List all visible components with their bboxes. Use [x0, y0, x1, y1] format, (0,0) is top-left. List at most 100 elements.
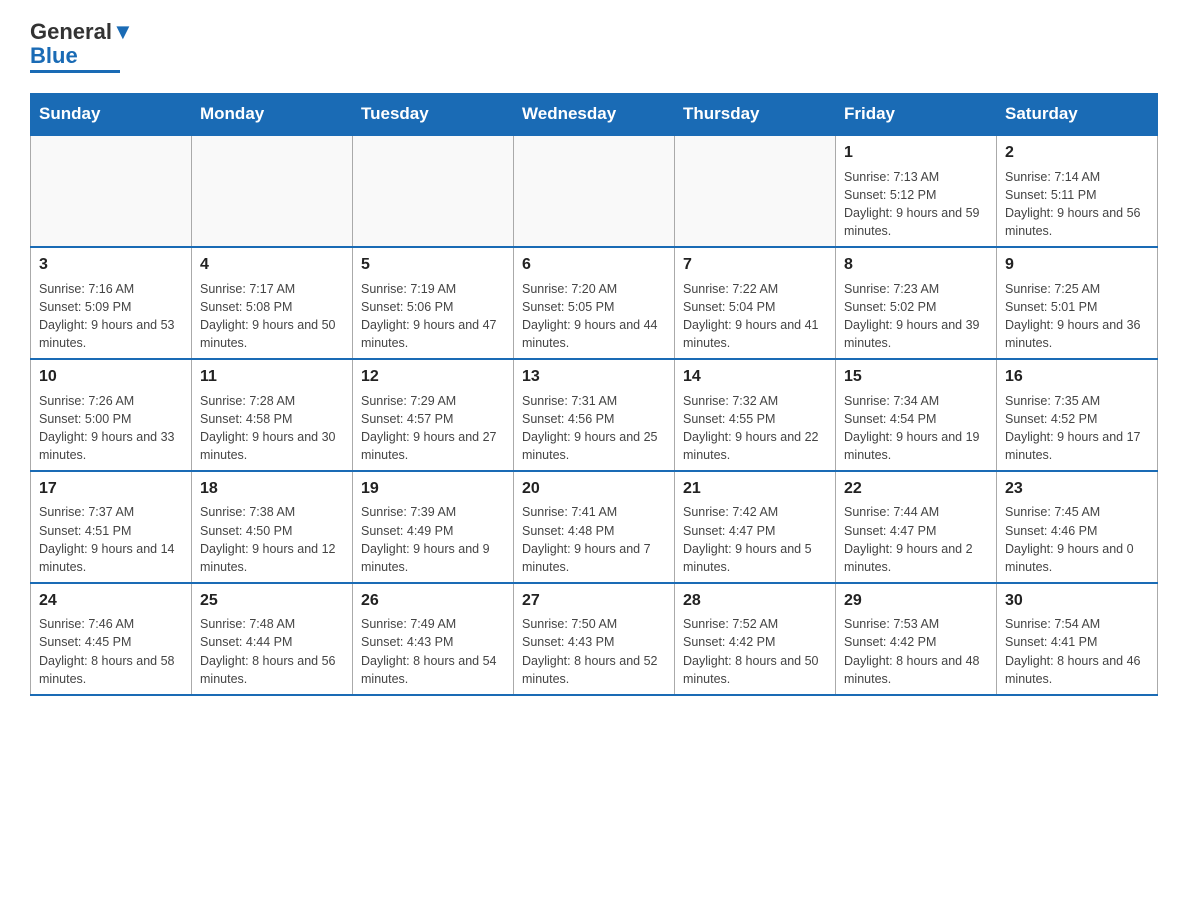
calendar-cell: 21 Sunrise: 7:42 AMSunset: 4:47 PMDayligh… [675, 471, 836, 583]
calendar-cell: 26Sunrise: 7:49 AMSunset: 4:43 PMDayligh… [353, 583, 514, 695]
calendar-cell: 8 Sunrise: 7:23 AMSunset: 5:02 PMDaylight… [836, 247, 997, 359]
calendar-cell [514, 135, 675, 247]
day-info: Sunrise: 7:50 AMSunset: 4:43 PMDaylight:… [522, 615, 666, 688]
day-info: Sunrise: 7:29 AMSunset: 4:57 PMDaylight:… [361, 392, 505, 465]
day-info: Sunrise: 7:49 AMSunset: 4:43 PMDaylight:… [361, 615, 505, 688]
day-number: 11 [200, 366, 344, 388]
page-header: General▼ Blue [30, 20, 1158, 73]
day-number: 5 [361, 254, 505, 276]
week-row-3: 10Sunrise: 7:26 AMSunset: 5:00 PMDayligh… [31, 359, 1158, 471]
calendar-cell: 12 Sunrise: 7:29 AMSunset: 4:57 PMDayligh… [353, 359, 514, 471]
day-number: 17 [39, 478, 183, 500]
day-info: Sunrise: 7:45 AMSunset: 4:46 PMDaylight:… [1005, 503, 1149, 576]
day-info: Sunrise: 7:46 AMSunset: 4:45 PMDaylight:… [39, 615, 183, 688]
header-friday: Friday [836, 94, 997, 136]
day-number: 22 [844, 478, 988, 500]
calendar-cell: 2 Sunrise: 7:14 AMSunset: 5:11 PMDaylight… [997, 135, 1158, 247]
calendar-cell: 27 Sunrise: 7:50 AMSunset: 4:43 PMDayligh… [514, 583, 675, 695]
day-info: Sunrise: 7:38 AMSunset: 4:50 PMDaylight:… [200, 503, 344, 576]
calendar-cell: 23 Sunrise: 7:45 AMSunset: 4:46 PMDayligh… [997, 471, 1158, 583]
day-number: 1 [844, 142, 988, 164]
header-saturday: Saturday [997, 94, 1158, 136]
header-wednesday: Wednesday [514, 94, 675, 136]
day-info: Sunrise: 7:16 AMSunset: 5:09 PMDaylight:… [39, 280, 183, 353]
logo-text: General▼ Blue [30, 20, 134, 68]
day-info: Sunrise: 7:31 AMSunset: 4:56 PMDaylight:… [522, 392, 666, 465]
day-info: Sunrise: 7:19 AMSunset: 5:06 PMDaylight:… [361, 280, 505, 353]
day-info: Sunrise: 7:53 AMSunset: 4:42 PMDaylight:… [844, 615, 988, 688]
calendar-cell: 5 Sunrise: 7:19 AMSunset: 5:06 PMDaylight… [353, 247, 514, 359]
day-info: Sunrise: 7:54 AMSunset: 4:41 PMDaylight:… [1005, 615, 1149, 688]
day-number: 27 [522, 590, 666, 612]
calendar-cell: 16 Sunrise: 7:35 AMSunset: 4:52 PMDayligh… [997, 359, 1158, 471]
day-number: 28 [683, 590, 827, 612]
calendar-cell: 3 Sunrise: 7:16 AMSunset: 5:09 PMDaylight… [31, 247, 192, 359]
calendar-cell: 22Sunrise: 7:44 AMSunset: 4:47 PMDayligh… [836, 471, 997, 583]
calendar-cell: 17 Sunrise: 7:37 AMSunset: 4:51 PMDayligh… [31, 471, 192, 583]
day-number: 12 [361, 366, 505, 388]
logo-blue-text: Blue [30, 43, 78, 68]
calendar-cell: 19 Sunrise: 7:39 AMSunset: 4:49 PMDayligh… [353, 471, 514, 583]
day-number: 23 [1005, 478, 1149, 500]
day-info: Sunrise: 7:20 AMSunset: 5:05 PMDaylight:… [522, 280, 666, 353]
calendar-cell [675, 135, 836, 247]
day-number: 18 [200, 478, 344, 500]
day-info: Sunrise: 7:25 AMSunset: 5:01 PMDaylight:… [1005, 280, 1149, 353]
day-number: 2 [1005, 142, 1149, 164]
day-info: Sunrise: 7:41 AMSunset: 4:48 PMDaylight:… [522, 503, 666, 576]
day-number: 24 [39, 590, 183, 612]
day-info: Sunrise: 7:48 AMSunset: 4:44 PMDaylight:… [200, 615, 344, 688]
day-info: Sunrise: 7:22 AMSunset: 5:04 PMDaylight:… [683, 280, 827, 353]
calendar-cell: 18 Sunrise: 7:38 AMSunset: 4:50 PMDayligh… [192, 471, 353, 583]
day-number: 25 [200, 590, 344, 612]
day-info: Sunrise: 7:34 AMSunset: 4:54 PMDaylight:… [844, 392, 988, 465]
day-info: Sunrise: 7:42 AMSunset: 4:47 PMDaylight:… [683, 503, 827, 576]
day-number: 15 [844, 366, 988, 388]
calendar-cell: 7 Sunrise: 7:22 AMSunset: 5:04 PMDaylight… [675, 247, 836, 359]
day-number: 13 [522, 366, 666, 388]
calendar-cell: 1 Sunrise: 7:13 AMSunset: 5:12 PMDaylight… [836, 135, 997, 247]
day-number: 6 [522, 254, 666, 276]
week-row-1: 1 Sunrise: 7:13 AMSunset: 5:12 PMDaylight… [31, 135, 1158, 247]
calendar-cell: 14 Sunrise: 7:32 AMSunset: 4:55 PMDayligh… [675, 359, 836, 471]
day-info: Sunrise: 7:39 AMSunset: 4:49 PMDaylight:… [361, 503, 505, 576]
weekday-header-row: SundayMondayTuesdayWednesdayThursdayFrid… [31, 94, 1158, 136]
day-number: 19 [361, 478, 505, 500]
day-number: 3 [39, 254, 183, 276]
day-info: Sunrise: 7:37 AMSunset: 4:51 PMDaylight:… [39, 503, 183, 576]
calendar-cell [353, 135, 514, 247]
day-number: 30 [1005, 590, 1149, 612]
day-number: 10 [39, 366, 183, 388]
day-number: 20 [522, 478, 666, 500]
header-monday: Monday [192, 94, 353, 136]
calendar-cell: 9Sunrise: 7:25 AMSunset: 5:01 PMDaylight… [997, 247, 1158, 359]
calendar-cell: 15 Sunrise: 7:34 AMSunset: 4:54 PMDayligh… [836, 359, 997, 471]
calendar-cell: 4 Sunrise: 7:17 AMSunset: 5:08 PMDaylight… [192, 247, 353, 359]
calendar-cell: 30 Sunrise: 7:54 AMSunset: 4:41 PMDayligh… [997, 583, 1158, 695]
calendar-cell: 11Sunrise: 7:28 AMSunset: 4:58 PMDayligh… [192, 359, 353, 471]
logo: General▼ Blue [30, 20, 134, 73]
day-number: 14 [683, 366, 827, 388]
calendar-cell: 25 Sunrise: 7:48 AMSunset: 4:44 PMDayligh… [192, 583, 353, 695]
day-number: 29 [844, 590, 988, 612]
calendar-cell [31, 135, 192, 247]
calendar-cell: 28 Sunrise: 7:52 AMSunset: 4:42 PMDayligh… [675, 583, 836, 695]
calendar-cell: 6 Sunrise: 7:20 AMSunset: 5:05 PMDaylight… [514, 247, 675, 359]
day-number: 16 [1005, 366, 1149, 388]
day-info: Sunrise: 7:52 AMSunset: 4:42 PMDaylight:… [683, 615, 827, 688]
header-thursday: Thursday [675, 94, 836, 136]
week-row-5: 24 Sunrise: 7:46 AMSunset: 4:45 PMDayligh… [31, 583, 1158, 695]
day-info: Sunrise: 7:35 AMSunset: 4:52 PMDaylight:… [1005, 392, 1149, 465]
calendar-cell: 10Sunrise: 7:26 AMSunset: 5:00 PMDayligh… [31, 359, 192, 471]
day-info: Sunrise: 7:32 AMSunset: 4:55 PMDaylight:… [683, 392, 827, 465]
day-number: 4 [200, 254, 344, 276]
day-info: Sunrise: 7:14 AMSunset: 5:11 PMDaylight:… [1005, 168, 1149, 241]
day-info: Sunrise: 7:13 AMSunset: 5:12 PMDaylight:… [844, 168, 988, 241]
day-info: Sunrise: 7:17 AMSunset: 5:08 PMDaylight:… [200, 280, 344, 353]
day-number: 21 [683, 478, 827, 500]
calendar-cell: 13 Sunrise: 7:31 AMSunset: 4:56 PMDayligh… [514, 359, 675, 471]
day-number: 7 [683, 254, 827, 276]
calendar-cell: 24 Sunrise: 7:46 AMSunset: 4:45 PMDayligh… [31, 583, 192, 695]
day-number: 8 [844, 254, 988, 276]
day-info: Sunrise: 7:23 AMSunset: 5:02 PMDaylight:… [844, 280, 988, 353]
